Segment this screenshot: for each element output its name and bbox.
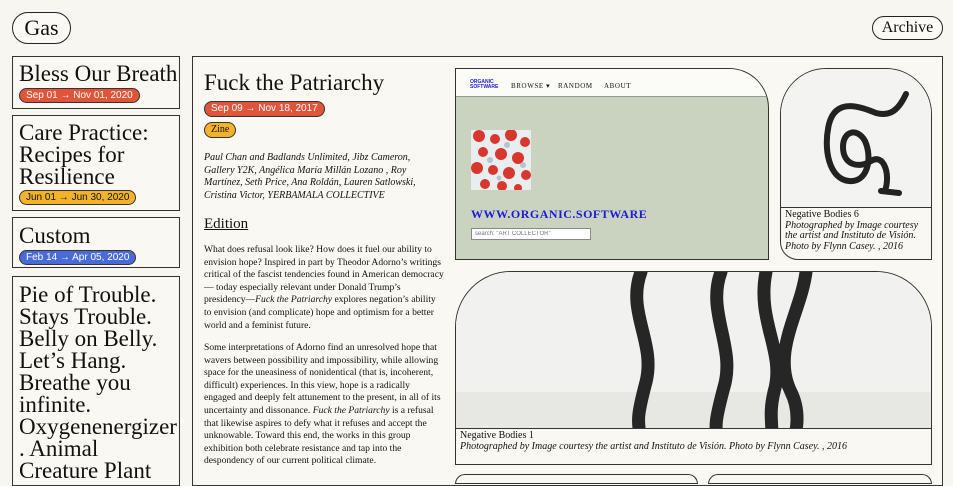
artwork-title: Negative Bodies 1 [460, 430, 534, 441]
nav-random[interactable]: RANDOM [558, 82, 593, 90]
sidebar-item-custom[interactable]: Custom Feb 14 → Apr 05, 2020 [12, 217, 180, 268]
black-tube-sculpture-image [456, 272, 931, 436]
site-url-link[interactable]: WWW.ORGANIC.SOFTWARE [471, 207, 647, 222]
exhibition-title: Custom [19, 223, 91, 248]
artwork-credit: Photographed by Image courtesy the artis… [785, 219, 919, 252]
red-dots-artwork-thumbnail [471, 130, 531, 190]
site-navbar: ORGANIC SOFTWARE BROWSE ▾ RANDOM ABOUT [456, 69, 768, 97]
type-badge: Zine [204, 122, 237, 138]
emphasis-title: Fuck the Patriarchy [255, 294, 333, 306]
exhibition-title: Bless Our Breath [19, 61, 178, 86]
artwork-caption: Negative Bodies 6 Photographed by Image … [781, 207, 931, 259]
organic-software-logo: ORGANIC SOFTWARE [470, 80, 498, 90]
date-badge: Jun 01 → Jun 30, 2020 [19, 190, 137, 205]
emphasis-title: Fuck the Patriarchy [312, 404, 390, 416]
archive-button[interactable]: Archive [872, 16, 943, 40]
date-badge: Feb 14 → Apr 05, 2020 [19, 250, 137, 265]
logo-line: SOFTWARE [470, 84, 499, 90]
sidebar-item-pie-of-trouble[interactable]: Pie of Trouble. Stays Trouble. Belly on … [12, 276, 180, 486]
detail-date-badge: Sep 09 → Nov 18, 2017 [204, 101, 325, 117]
website-screenshot-card[interactable]: ORGANIC SOFTWARE BROWSE ▾ RANDOM ABOUT W… [455, 68, 769, 260]
black-tube-sculpture-image [781, 69, 931, 219]
artist-credits: Paul Chan and Badlands Unlimited, Jibz C… [204, 152, 416, 201]
site-logo[interactable]: Gas [12, 12, 71, 44]
nav-browse[interactable]: BROWSE ▾ [511, 82, 550, 90]
artwork-credit: Photographed by Image courtesy the artis… [460, 440, 847, 452]
artwork-caption: Negative Bodies 1 Photographed by Image … [456, 428, 931, 464]
section-heading-edition: Edition [204, 216, 249, 232]
date-badge: Sep 01 → Nov 01, 2020 [19, 88, 140, 103]
nav-about[interactable]: ABOUT [604, 82, 631, 90]
sidebar-item-care-practice[interactable]: Care Practice: Recipes for Resilience Ju… [12, 115, 180, 211]
exhibition-title: Pie of Trouble. Stays Trouble. Belly on … [19, 282, 177, 483]
site-search-input[interactable] [471, 228, 591, 240]
exhibition-title: Care Practice: Recipes for Resilience [19, 120, 149, 189]
archive-label: Archive [881, 19, 934, 36]
artwork-card-negative-bodies-1[interactable]: Negative Bodies 1 Photographed by Image … [455, 271, 932, 465]
detail-title: Fuck the Patriarchy [204, 70, 385, 95]
artwork-card-negative-bodies-6[interactable]: Negative Bodies 6 Photographed by Image … [780, 68, 932, 260]
site-logo-text: Gas [24, 15, 59, 40]
sidebar-item-bless-our-breath[interactable]: Bless Our Breath Sep 01 → Nov 01, 2020 [12, 56, 180, 109]
artwork-title: Negative Bodies 6 [785, 209, 859, 220]
description-paragraph-1: What does refusal look like? How does it… [204, 244, 444, 332]
description-paragraph-2: Some interpretations of Adorno find an u… [204, 342, 444, 468]
